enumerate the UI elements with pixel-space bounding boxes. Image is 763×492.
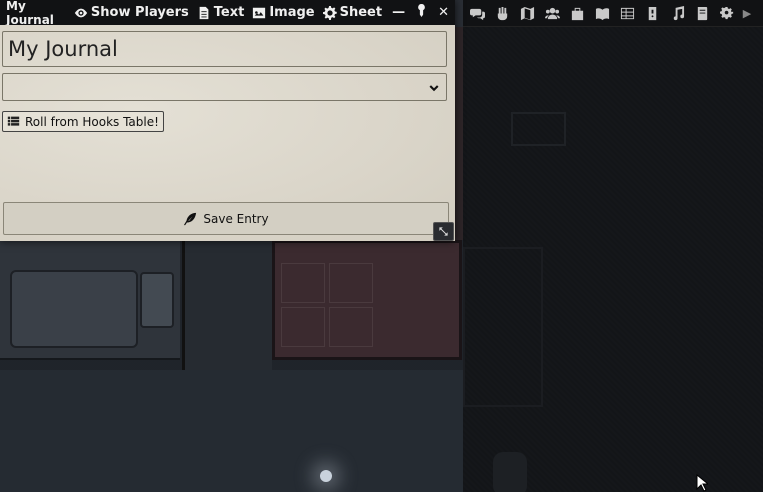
compendium-icon[interactable] [690, 2, 715, 24]
fog-of-war [463, 27, 763, 492]
save-entry-label: Save Entry [203, 211, 269, 226]
roll-hooks-table-label: Roll from Hooks Table! [25, 114, 159, 129]
map-light-source [320, 470, 332, 482]
journal-type-select[interactable] [2, 73, 447, 101]
fog-rail [511, 112, 566, 146]
image-mode-label: Image [269, 5, 315, 20]
actors-icon[interactable] [540, 2, 565, 24]
settings-icon[interactable] [715, 2, 740, 24]
map-tile [281, 263, 325, 303]
text-mode-button[interactable]: Text [197, 5, 245, 20]
cards-icon[interactable] [640, 2, 665, 24]
save-entry-button[interactable]: Save Entry [3, 202, 449, 235]
fog-item [493, 452, 527, 492]
items-icon[interactable] [565, 2, 590, 24]
text-mode-label: Text [213, 5, 245, 20]
list-icon [7, 116, 20, 126]
map-room-red [272, 240, 462, 360]
resize-icon [439, 227, 448, 236]
image-mode-button[interactable]: Image [252, 5, 315, 20]
journal-window: My Journal Show Players Text Image Sheet… [0, 0, 455, 241]
image-icon [253, 7, 266, 18]
map-room-floor [0, 370, 463, 492]
eye-icon [74, 8, 88, 17]
resize-handle[interactable] [433, 222, 454, 241]
close-button[interactable]: ✕ [438, 5, 449, 20]
journal-body: Roll from Hooks Table! Save Entry [0, 25, 455, 241]
sidebar-tabs: ▶ [463, 0, 763, 27]
file-text-icon [199, 6, 209, 19]
journal-window-title: My Journal [6, 0, 54, 27]
scenes-icon[interactable] [515, 2, 540, 24]
show-players-label: Show Players [90, 5, 189, 20]
playlists-icon[interactable] [665, 2, 690, 24]
pin-icon [418, 3, 425, 17]
pin-button[interactable] [415, 3, 428, 21]
sheet-config-label: Sheet [339, 5, 383, 20]
map-bed [10, 270, 138, 348]
journal-icon[interactable] [590, 2, 615, 24]
journal-header[interactable]: My Journal Show Players Text Image Sheet… [0, 0, 455, 27]
chevron-down-icon [428, 80, 440, 92]
minimize-button[interactable]: — [392, 5, 405, 20]
sheet-config-button[interactable]: Sheet [322, 5, 383, 20]
journal-name-input[interactable] [2, 31, 447, 67]
gear-icon [322, 5, 337, 20]
combat-icon[interactable] [490, 2, 515, 24]
tables-icon[interactable] [615, 2, 640, 24]
chat-icon[interactable] [465, 2, 490, 24]
collapse-icon[interactable]: ▶ [740, 2, 754, 24]
roll-hooks-table-button[interactable]: Roll from Hooks Table! [2, 111, 164, 132]
mouse-cursor-icon [696, 474, 708, 492]
map-tile [281, 307, 325, 347]
map-tile [329, 263, 373, 303]
show-players-button[interactable]: Show Players [74, 5, 189, 20]
fog-wall [463, 247, 543, 407]
map-tile [329, 307, 373, 347]
feather-icon [184, 212, 197, 225]
map-pillow [140, 272, 174, 328]
map-wall-edge [455, 27, 463, 240]
map-room-bedroom [0, 240, 180, 360]
